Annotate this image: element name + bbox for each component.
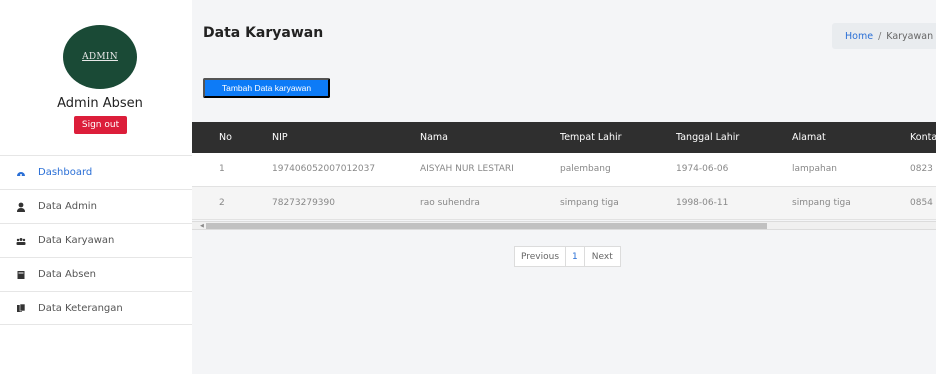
- sidebar-menu: Dashboard Data Admin Data Karyawan Data …: [0, 155, 192, 325]
- sidebar-item-label: Data Admin: [38, 201, 97, 212]
- users-icon: [16, 236, 26, 246]
- cell-alamat: lampahan: [792, 164, 837, 175]
- user-icon: [16, 202, 26, 212]
- book-icon: [16, 270, 26, 280]
- previous-page-button[interactable]: Previous: [515, 247, 567, 266]
- cell-no: 2: [219, 197, 225, 208]
- sidebar-item-data-keterangan[interactable]: Data Keterangan: [0, 291, 192, 325]
- cell-tanggal-lahir: 1998-06-11: [676, 197, 729, 208]
- sidebar: ADMIN Admin Absen Sign out Dashboard Dat…: [0, 0, 192, 374]
- page-number-button[interactable]: 1: [566, 247, 585, 266]
- sidebar-item-label: Dashboard: [38, 167, 93, 178]
- cell-nama: AISYAH NUR LESTARI: [420, 164, 514, 175]
- cell-tanggal-lahir: 1974-06-06: [676, 164, 729, 175]
- sidebar-item-data-absen[interactable]: Data Absen: [0, 257, 192, 291]
- column-header-no[interactable]: No: [192, 122, 272, 153]
- cell-alamat: simpang tiga: [792, 197, 851, 208]
- main-content: Data Karyawan Home / Karyawan Tambah Dat…: [192, 0, 936, 374]
- sidebar-item-data-karyawan[interactable]: Data Karyawan: [0, 223, 192, 257]
- pagination: Previous 1 Next: [514, 246, 621, 267]
- cell-kontak: 0823: [910, 164, 933, 175]
- cell-tempat-lahir: palembang: [560, 164, 611, 175]
- cell-nip: 197406052007012037: [272, 164, 376, 175]
- table-row: 1 197406052007012037 AISYAH NUR LESTARI …: [192, 153, 936, 186]
- cell-nama: rao suhendra: [420, 197, 480, 208]
- horizontal-scrollbar[interactable]: ◀: [192, 221, 936, 230]
- breadcrumb-current: Karyawan: [886, 30, 934, 42]
- cell-nip: 78273279390: [272, 197, 335, 208]
- column-header-tempat-lahir[interactable]: Tempat Lahir: [560, 122, 676, 153]
- breadcrumb-separator: /: [878, 30, 882, 42]
- page-title: Data Karyawan: [203, 25, 324, 41]
- table-container: No NIP Nama Tempat Lahir Tanggal Lahir A…: [192, 122, 936, 232]
- column-header-alamat[interactable]: Alamat: [792, 122, 910, 153]
- column-header-kontak[interactable]: Kontak: [910, 122, 936, 153]
- avatar: ADMIN: [63, 25, 137, 89]
- next-page-button[interactable]: Next: [585, 247, 620, 266]
- cell-no: 1: [219, 164, 225, 175]
- column-header-nama[interactable]: Nama: [420, 122, 560, 153]
- sidebar-item-data-admin[interactable]: Data Admin: [0, 189, 192, 223]
- dashboard-icon: [16, 168, 26, 178]
- sidebar-item-label: Data Keterangan: [38, 302, 123, 314]
- scrollbar-thumb[interactable]: [206, 223, 767, 229]
- table-row: 2 78273279390 rao suhendra simpang tiga …: [192, 186, 936, 219]
- sidebar-item-label: Data Absen: [38, 269, 96, 280]
- column-header-tanggal-lahir[interactable]: Tanggal Lahir: [676, 122, 792, 153]
- admin-name: Admin Absen: [57, 96, 143, 111]
- scroll-left-icon[interactable]: ◀: [200, 223, 204, 229]
- add-karyawan-button[interactable]: Tambah Data karyawan: [203, 78, 330, 98]
- cell-tempat-lahir: simpang tiga: [560, 197, 619, 208]
- sidebar-item-dashboard[interactable]: Dashboard: [0, 155, 192, 189]
- table-header-row: No NIP Nama Tempat Lahir Tanggal Lahir A…: [192, 122, 936, 153]
- sign-out-button[interactable]: Sign out: [74, 116, 127, 134]
- karyawan-table: No NIP Nama Tempat Lahir Tanggal Lahir A…: [192, 122, 936, 220]
- avatar-text: ADMIN: [82, 52, 118, 62]
- cell-kontak: 0854: [910, 197, 933, 208]
- breadcrumb: Home / Karyawan: [832, 23, 936, 49]
- sidebar-item-label: Data Karyawan: [38, 235, 115, 246]
- breadcrumb-home-link[interactable]: Home: [845, 31, 873, 42]
- column-header-nip[interactable]: NIP: [272, 122, 420, 153]
- copy-icon: [16, 303, 26, 313]
